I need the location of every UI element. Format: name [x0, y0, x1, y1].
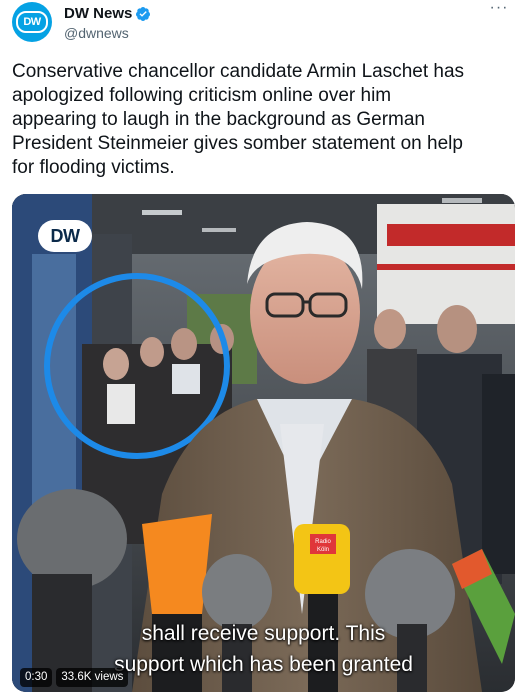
- author-name[interactable]: DW News: [64, 5, 132, 22]
- video-views: 33.6K views: [56, 668, 129, 687]
- tweet-text-line: for flooding victims.: [12, 157, 175, 178]
- mic-label-text: Köln: [317, 547, 329, 553]
- dw-logo: DW: [38, 220, 92, 252]
- tweet-text: Conservative chancellor candidate Armin …: [12, 60, 512, 180]
- dw-avatar-logo: DW: [16, 11, 48, 33]
- more-icon[interactable]: ···: [488, 0, 510, 24]
- tweet-text-line: appearing to laugh in the background as …: [12, 109, 425, 130]
- verified-badge-icon: [136, 6, 151, 21]
- tweet-text-line: Conservative chancellor candidate Armin …: [12, 61, 465, 82]
- avatar[interactable]: DW: [12, 2, 52, 42]
- video-meta: 0:30 33.6K views: [20, 668, 129, 687]
- video-subtitle: shall receive support. This: [141, 622, 386, 645]
- video-duration: 0:30: [20, 668, 53, 687]
- tweet-text-line: President Steinmeier gives somber statem…: [12, 133, 463, 154]
- video-player[interactable]: Radio Köln DW shall receive support. Thi…: [12, 194, 515, 692]
- tweet-text-line: apologized following criticism online ov…: [12, 85, 392, 106]
- tweet-card[interactable]: DW DW News @dwnews ··· Conservative chan…: [0, 0, 522, 700]
- author-block: DW News @dwnews: [64, 4, 151, 41]
- video-frame: Radio Köln: [12, 194, 515, 692]
- mic-label-text: Radio: [315, 539, 331, 545]
- author-handle[interactable]: @dwnews: [64, 25, 151, 41]
- tweet-header: DW DW News @dwnews ···: [12, 0, 510, 42]
